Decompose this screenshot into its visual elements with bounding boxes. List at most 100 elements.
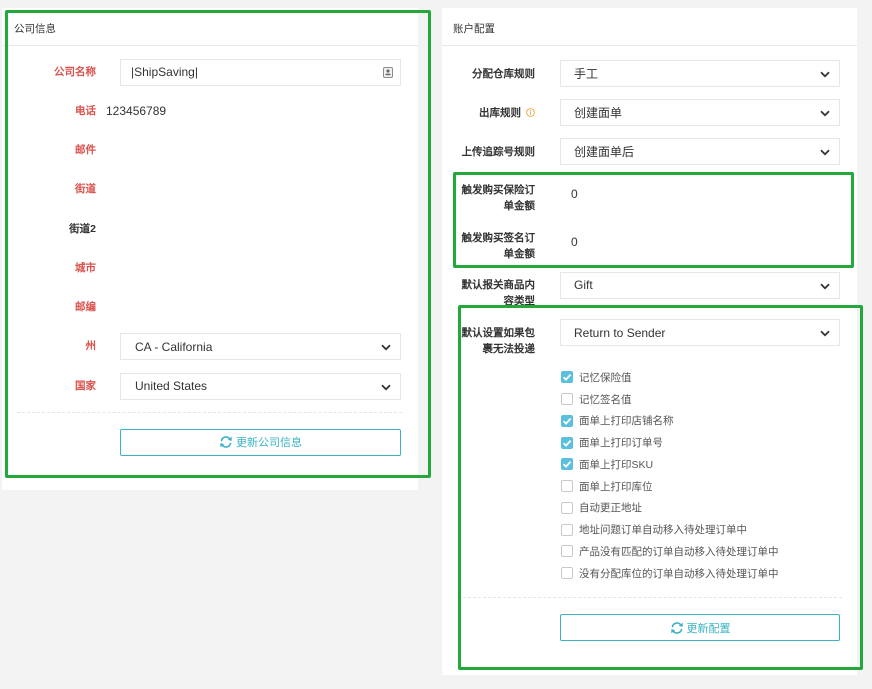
state-select[interactable]: CA - California (120, 333, 401, 361)
option-checklist: 记忆保险值 记忆签名值 面单上打印店铺名称 面单上打印订单号 面单上打印SKU … (442, 367, 857, 585)
insurance-trigger-row: 触发购买保险订单金额 (442, 176, 857, 212)
insurance-trigger-input[interactable] (560, 176, 840, 212)
panel-title: 公司信息 (14, 22, 56, 35)
move-address-issue-orders-checkbox[interactable] (561, 523, 573, 536)
customs-content-type-row: 默认报关商品内容类型 Gift (442, 271, 857, 307)
move-unassigned-bin-orders-option[interactable]: 没有分配库位的订单自动移入待处理订单中 (561, 562, 857, 584)
option-label: 自动更正地址 (579, 502, 642, 515)
check-icon (562, 439, 572, 447)
company-name-field (120, 58, 401, 86)
info-icon[interactable] (526, 107, 535, 117)
company-name-label: 公司名称 (54, 65, 96, 78)
customs-content-type-label: 默认报关商品内容类型 (461, 279, 536, 307)
move-unmatched-product-orders-checkbox[interactable] (561, 545, 573, 558)
remember-insurance-option[interactable]: 记忆保险值 (561, 367, 857, 389)
account-config-header: 账户配置 (442, 8, 857, 46)
move-unassigned-bin-orders-checkbox[interactable] (561, 567, 573, 580)
chevron-down-icon (820, 71, 830, 78)
street2-label: 街道2 (69, 222, 96, 235)
street2-row: 街道2 (2, 215, 512, 243)
auto-correct-address-checkbox[interactable] (561, 501, 573, 514)
update-config-button[interactable]: 更新配置 (560, 614, 840, 642)
country-label: 国家 (75, 379, 96, 392)
warehouse-rule-select[interactable]: 手工 (560, 59, 840, 87)
move-address-issue-orders-option[interactable]: 地址问题订单自动移入待处理订单中 (561, 519, 857, 541)
street-row: 街道 (2, 176, 512, 204)
refresh-icon (219, 435, 233, 449)
chevron-down-icon (381, 384, 391, 391)
option-label: 没有分配库位的订单自动移入待处理订单中 (579, 567, 779, 580)
option-label: 面单上打印库位 (579, 480, 653, 493)
zip-label: 邮编 (75, 301, 96, 313)
street-label: 街道 (75, 183, 96, 196)
signature-trigger-input[interactable] (560, 224, 840, 260)
email-row: 邮件 (2, 137, 512, 164)
outbound-rule-label-group: 出库规则 (442, 99, 535, 126)
update-company-button-label: 更新公司信息 (236, 437, 302, 450)
customs-content-type-select[interactable]: Gift (560, 271, 840, 299)
company-info-header: 公司信息 (2, 8, 418, 46)
chevron-down-icon (820, 330, 830, 337)
warehouse-rule-label: 分配仓库规则 (472, 67, 535, 80)
state-label: 州 (85, 340, 97, 353)
option-label: 地址问题订单自动移入待处理订单中 (579, 524, 747, 537)
country-select-value: United States (135, 379, 208, 393)
company-name-input[interactable] (121, 59, 400, 85)
undeliverable-default-label: 默认设置如果包裹无法投递 (461, 326, 536, 355)
remember-signature-option[interactable]: 记忆签名值 (561, 388, 857, 410)
chevron-down-icon (381, 344, 391, 351)
print-store-name-option[interactable]: 面单上打印店铺名称 (561, 410, 857, 432)
move-unmatched-product-orders-option[interactable]: 产品没有匹配的订单自动移入待处理订单中 (561, 541, 857, 563)
remember-signature-checkbox[interactable] (561, 393, 573, 406)
contact-card-icon[interactable] (383, 66, 393, 78)
phone-label: 电话 (75, 104, 96, 117)
city-label: 城市 (75, 261, 96, 274)
account-config-form: 分配仓库规则 手工 出库规则 创建面单 上传追踪号规则 创建面单后 触发购买保险… (442, 46, 857, 642)
print-store-name-checkbox[interactable] (561, 414, 573, 427)
option-label: 面单上打印SKU (579, 458, 654, 471)
undeliverable-default-value: Return to Sender (574, 325, 666, 340)
outbound-rule-select[interactable]: 创建面单 (560, 98, 840, 126)
account-config-panel: 账户配置 分配仓库规则 手工 出库规则 创建面单 上传追踪号规则 创建面单后 触… (442, 8, 857, 675)
customs-content-type-value: Gift (574, 278, 593, 292)
print-sku-checkbox[interactable] (561, 458, 573, 471)
chevron-down-icon (820, 149, 830, 156)
form-divider (17, 411, 402, 413)
print-bin-location-checkbox[interactable] (561, 480, 573, 493)
phone-row: 电话 (2, 97, 512, 125)
check-icon (562, 417, 572, 425)
print-order-number-option[interactable]: 面单上打印订单号 (561, 432, 857, 454)
print-bin-location-option[interactable]: 面单上打印库位 (561, 475, 857, 497)
tracking-upload-rule-select[interactable]: 创建面单后 (560, 137, 840, 165)
country-select[interactable]: United States (120, 372, 401, 400)
city-row: 城市 (2, 254, 512, 282)
remember-insurance-checkbox[interactable] (561, 371, 573, 384)
form-divider (463, 597, 842, 599)
country-row: 国家 United States (2, 372, 418, 400)
signature-trigger-label: 触发购买签名订单金额 (461, 231, 536, 260)
outbound-rule-row: 出库规则 创建面单 (442, 98, 857, 126)
auto-correct-address-option[interactable]: 自动更正地址 (561, 497, 857, 519)
print-sku-option[interactable]: 面单上打印SKU (561, 454, 857, 476)
outbound-rule-value: 创建面单 (574, 105, 623, 120)
option-label: 产品没有匹配的订单自动移入待处理订单中 (579, 545, 779, 558)
option-label: 面单上打印店铺名称 (579, 415, 674, 428)
option-label: 记忆签名值 (579, 393, 632, 406)
update-config-button-label: 更新配置 (686, 622, 731, 635)
update-company-button[interactable]: 更新公司信息 (120, 428, 401, 456)
panel-title: 账户配置 (453, 22, 495, 35)
undeliverable-default-select[interactable]: Return to Sender (560, 319, 840, 346)
email-label: 邮件 (75, 144, 96, 156)
print-order-number-checkbox[interactable] (561, 436, 573, 449)
company-info-form: 公司名称 电话 邮件 街道 (2, 46, 512, 456)
chevron-down-icon (820, 110, 830, 117)
zip-row: 邮编 (2, 294, 512, 321)
tracking-upload-rule-label: 上传追踪号规则 (461, 145, 536, 158)
option-label: 面单上打印订单号 (579, 437, 663, 450)
check-icon (562, 374, 572, 382)
company-info-panel: 公司信息 公司名称 电话 邮件 (2, 8, 512, 490)
outbound-rule-label: 出库规则 (479, 106, 521, 119)
warehouse-rule-value: 手工 (574, 66, 599, 81)
check-icon (562, 461, 572, 469)
option-label: 记忆保险值 (579, 371, 632, 384)
